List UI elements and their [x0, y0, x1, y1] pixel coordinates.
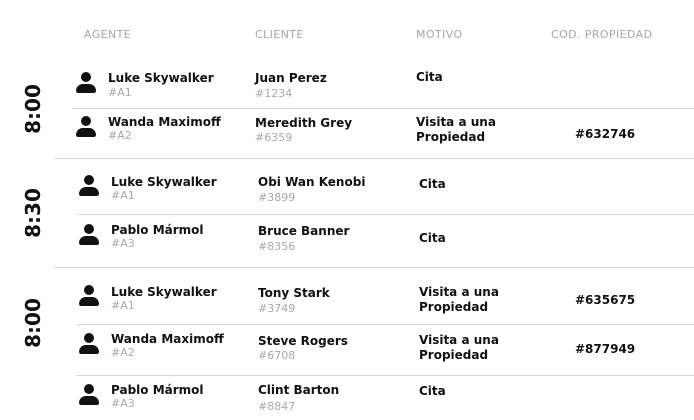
- cod-propiedad: #877949: [575, 342, 636, 356]
- client-name: Obi Wan Kenobi: [258, 175, 366, 189]
- user-icon: [79, 224, 99, 246]
- agent-id: #A1: [108, 86, 132, 99]
- time-group: 8:00 Luke Skywalker #A1 Juan Perez #1234…: [0, 60, 694, 158]
- table-row[interactable]: Wanda Maximoff #A2 Steve Rogers #6708 Vi…: [0, 325, 694, 375]
- agent-id: #A1: [111, 189, 135, 202]
- client-name: Juan Perez: [255, 71, 327, 85]
- header-motivo: MOTIVO: [416, 28, 463, 41]
- agent-name: Wanda Maximoff: [111, 332, 224, 346]
- motivo: Cita: [419, 177, 446, 191]
- table-row[interactable]: Wanda Maximoff #A2 Meredith Grey #6359 V…: [0, 109, 694, 158]
- table-row[interactable]: Pablo Mármol #A3 Clint Barton #8847 Cita: [0, 376, 694, 420]
- user-icon: [76, 116, 96, 138]
- motivo: Cita: [416, 70, 443, 84]
- client-id: #8356: [258, 240, 296, 253]
- client-name: Steve Rogers: [258, 334, 348, 348]
- client-id: #3899: [258, 191, 296, 204]
- motivo: Visita a una Propiedad: [416, 115, 496, 144]
- agent-id: #A2: [111, 346, 135, 359]
- user-icon: [79, 175, 99, 197]
- agent-id: #A3: [111, 237, 135, 250]
- table-row[interactable]: Luke Skywalker #A1 Juan Perez #1234 Cita: [0, 60, 694, 108]
- time-group: 8:00 Luke Skywalker #A1 Tony Stark #3749…: [0, 268, 694, 420]
- table-row[interactable]: Pablo Mármol #A3 Bruce Banner #8356 Cita: [0, 215, 694, 266]
- motivo: Cita: [419, 384, 446, 398]
- motivo: Visita a una Propiedad: [419, 285, 499, 314]
- client-name: Clint Barton: [258, 383, 340, 397]
- client-id: #1234: [255, 87, 293, 100]
- user-icon: [76, 72, 96, 94]
- agent-id: #A2: [108, 129, 132, 142]
- header-cliente: CLIENTE: [255, 28, 304, 41]
- table-row[interactable]: Luke Skywalker #A1 Tony Stark #3749 Visi…: [0, 268, 694, 324]
- table-row[interactable]: Luke Skywalker #A1 Obi Wan Kenobi #3899 …: [0, 159, 694, 214]
- header-agente: AGENTE: [84, 28, 132, 41]
- cod-propiedad: #635675: [575, 293, 636, 307]
- user-icon: [79, 333, 99, 355]
- client-id: #3749: [258, 302, 296, 315]
- client-name: Tony Stark: [258, 286, 330, 300]
- cod-propiedad: #632746: [575, 127, 636, 141]
- table-header: AGENTE CLIENTE MOTIVO COD. PROPIEDAD: [0, 28, 694, 44]
- agent-name: Pablo Mármol: [111, 223, 204, 237]
- agent-id: #A3: [111, 397, 135, 410]
- agent-name: Luke Skywalker: [108, 71, 214, 85]
- user-icon: [79, 384, 99, 406]
- motivo: Visita a una Propiedad: [419, 333, 499, 362]
- agent-id: #A1: [111, 299, 135, 312]
- client-id: #6708: [258, 349, 296, 362]
- client-name: Bruce Banner: [258, 224, 350, 238]
- client-id: #8847: [258, 400, 296, 413]
- client-id: #6359: [255, 131, 293, 144]
- user-icon: [79, 285, 99, 307]
- agent-name: Luke Skywalker: [111, 285, 217, 299]
- agent-name: Wanda Maximoff: [108, 115, 221, 129]
- client-name: Meredith Grey: [255, 116, 353, 130]
- motivo: Cita: [419, 231, 446, 245]
- header-cod-propiedad: COD. PROPIEDAD: [551, 28, 653, 41]
- agent-name: Pablo Mármol: [111, 383, 204, 397]
- agent-name: Luke Skywalker: [111, 175, 217, 189]
- time-group: 8:30 Luke Skywalker #A1 Obi Wan Kenobi #…: [0, 159, 694, 266]
